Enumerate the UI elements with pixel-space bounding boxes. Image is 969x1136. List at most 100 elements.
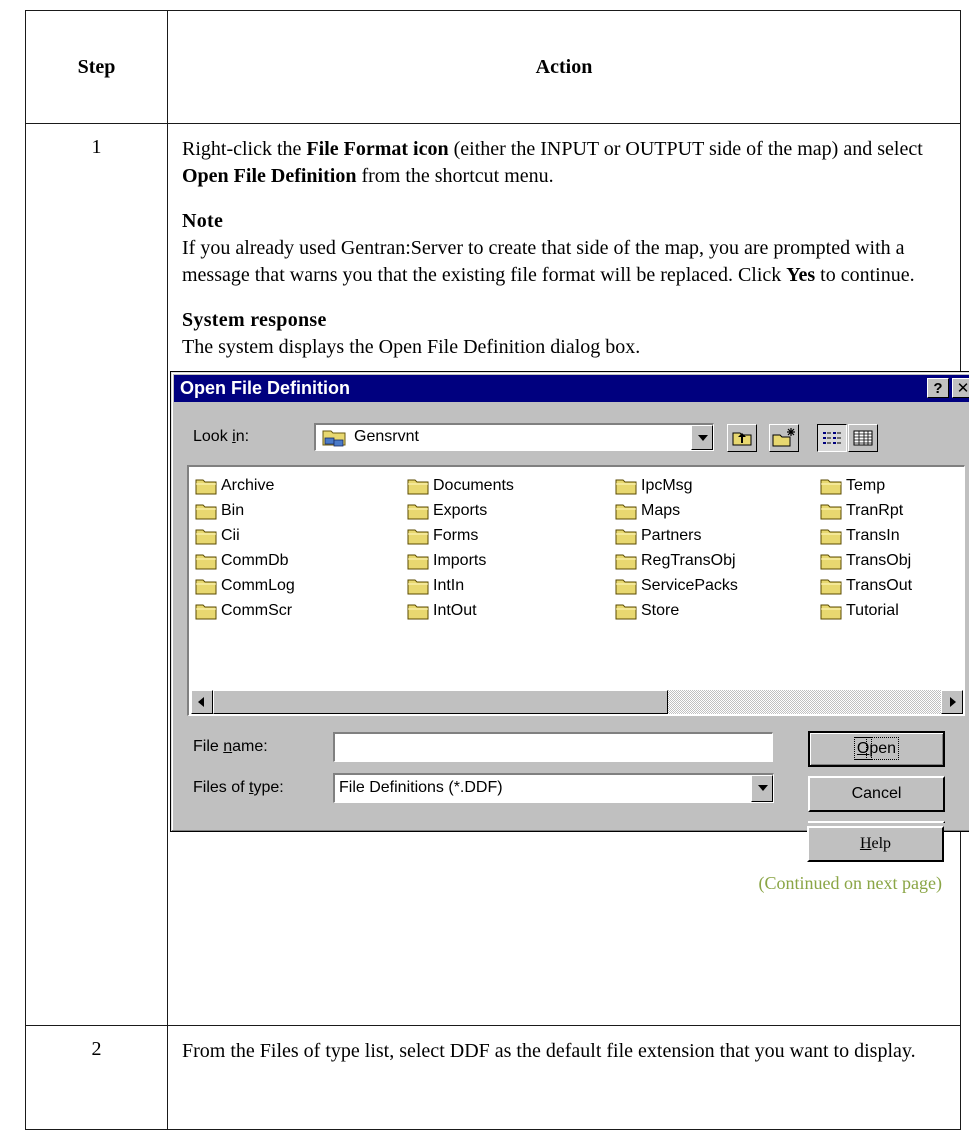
folder-icon <box>407 477 433 495</box>
dialog-title: Open File Definition <box>180 378 350 398</box>
horizontal-scrollbar[interactable] <box>191 690 963 714</box>
folder-icon <box>615 527 641 545</box>
files-of-type-dropdown[interactable]: File Definitions (*.DDF) <box>333 773 774 803</box>
files-of-type-value: File Definitions (*.DDF) <box>339 779 503 796</box>
details-view-button[interactable] <box>848 424 878 452</box>
list-item[interactable]: TransIn <box>820 523 912 548</box>
folder-icon <box>195 602 221 620</box>
list-item[interactable]: Exports <box>407 498 514 523</box>
list-item[interactable]: Archive <box>195 473 295 498</box>
cancel-button[interactable]: Cancel <box>808 776 945 812</box>
action-column-header: Action <box>167 10 961 124</box>
folder-icon <box>195 502 221 520</box>
folder-icon <box>195 527 221 545</box>
folder-name: Forms <box>433 526 479 544</box>
table-row: 2 From the Files of type list, select DD… <box>25 1025 961 1130</box>
folder-name: Imports <box>433 551 487 569</box>
chevron-down-icon[interactable] <box>691 425 713 450</box>
action-cell: From the Files of type list, select DDF … <box>167 1025 961 1130</box>
list-item[interactable]: Partners <box>615 523 738 548</box>
scroll-right-icon[interactable] <box>941 690 963 714</box>
list-item[interactable]: CommLog <box>195 573 295 598</box>
ui-term: Open File Definition <box>182 165 357 187</box>
look-in-label: Look in: <box>193 428 250 445</box>
text-run: (either the INPUT or OUTPUT side of the … <box>448 138 923 160</box>
list-item[interactable]: Forms <box>407 523 514 548</box>
list-item[interactable]: TransObj <box>820 548 912 573</box>
folder-name: IntIn <box>433 576 465 594</box>
folder-name: CommLog <box>221 576 295 594</box>
dialog-titlebar[interactable]: Open File Definition ? ✕ <box>174 375 969 402</box>
continued-note: (Continued on next page) <box>758 873 942 893</box>
list-item[interactable]: TransOut <box>820 573 912 598</box>
folder-icon <box>820 527 846 545</box>
list-item[interactable]: Bin <box>195 498 295 523</box>
folder-icon <box>615 552 641 570</box>
text-run: Right-click the <box>182 138 307 160</box>
scrollbar-thumb[interactable] <box>213 690 668 714</box>
procedure-table: Step Action 1 Right-click the File Forma… <box>25 10 969 1130</box>
folder-column: Temp TranRpt TransIn TransObj TransOut Tutori… <box>820 473 912 623</box>
text-run: from the shortcut menu. <box>356 165 554 187</box>
list-item[interactable]: ServicePacks <box>615 573 738 598</box>
folder-name: IpcMsg <box>641 476 693 494</box>
list-item[interactable]: Documents <box>407 473 514 498</box>
folder-name: CommScr <box>221 601 293 619</box>
list-item[interactable]: RegTransObj <box>615 548 738 573</box>
folder-name: CommDb <box>221 551 289 569</box>
list-item[interactable]: Imports <box>407 548 514 573</box>
folder-icon <box>820 502 846 520</box>
folder-column: IpcMsg Maps Partners RegTransObj ServicePack… <box>615 473 738 623</box>
close-icon[interactable]: ✕ <box>952 378 969 398</box>
folder-icon <box>820 577 846 595</box>
list-item[interactable]: Cii <box>195 523 295 548</box>
step-number: 1 <box>25 123 168 1026</box>
create-new-folder-button[interactable] <box>769 424 799 452</box>
folder-icon <box>615 577 641 595</box>
list-item[interactable]: CommDb <box>195 548 295 573</box>
folder-name: Tutorial <box>846 601 899 619</box>
folder-icon <box>407 602 433 620</box>
folder-name: RegTransObj <box>641 551 736 569</box>
list-item[interactable]: TranRpt <box>820 498 912 523</box>
help-button[interactable]: Help <box>807 826 944 862</box>
network-folder-icon <box>322 427 348 452</box>
folder-icon <box>407 552 433 570</box>
step-instruction: From the Files of type list, select DDF … <box>182 1040 916 1062</box>
file-name-input[interactable] <box>333 732 773 762</box>
chevron-down-icon[interactable] <box>751 775 773 802</box>
folder-name: Temp <box>846 476 886 494</box>
folder-name: Store <box>641 601 680 619</box>
list-view-button[interactable] <box>817 424 847 452</box>
system-response-text: The system displays the Open File Defini… <box>182 336 641 358</box>
list-item[interactable]: IpcMsg <box>615 473 738 498</box>
folder-icon <box>407 502 433 520</box>
action-cell: Right-click the File Format icon (either… <box>167 123 969 1026</box>
file-name-label: File name: <box>193 738 268 755</box>
folder-name: Maps <box>641 501 681 519</box>
list-item[interactable]: IntOut <box>407 598 514 623</box>
look-in-dropdown[interactable]: Gensrvnt <box>314 423 714 451</box>
open-file-definition-dialog: Open File Definition ? ✕ Look in: Gensrv… <box>170 371 969 832</box>
folder-list[interactable]: Archive Bin Cii CommDb CommLog CommScr Docume… <box>187 465 965 716</box>
list-item[interactable]: Store <box>615 598 738 623</box>
scrollbar-track[interactable] <box>213 690 941 714</box>
list-item[interactable]: Maps <box>615 498 738 523</box>
list-item[interactable]: CommScr <box>195 598 295 623</box>
folder-name: Cii <box>221 526 240 544</box>
folder-name: Partners <box>641 526 702 544</box>
folder-icon <box>820 477 846 495</box>
folder-icon <box>407 527 433 545</box>
up-one-level-button[interactable] <box>727 424 757 452</box>
look-in-value: Gensrvnt <box>354 428 419 445</box>
folder-column: Archive Bin Cii CommDb CommLog CommScr <box>195 473 295 623</box>
list-item[interactable]: Temp <box>820 473 912 498</box>
list-item[interactable]: IntIn <box>407 573 514 598</box>
help-icon[interactable]: ? <box>927 378 949 398</box>
list-item[interactable]: Tutorial <box>820 598 912 623</box>
open-button[interactable]: Open <box>808 731 945 767</box>
step-number: 2 <box>25 1025 168 1130</box>
scroll-left-icon[interactable] <box>191 690 213 714</box>
folder-icon <box>615 502 641 520</box>
system-response-heading: System response <box>182 309 327 331</box>
